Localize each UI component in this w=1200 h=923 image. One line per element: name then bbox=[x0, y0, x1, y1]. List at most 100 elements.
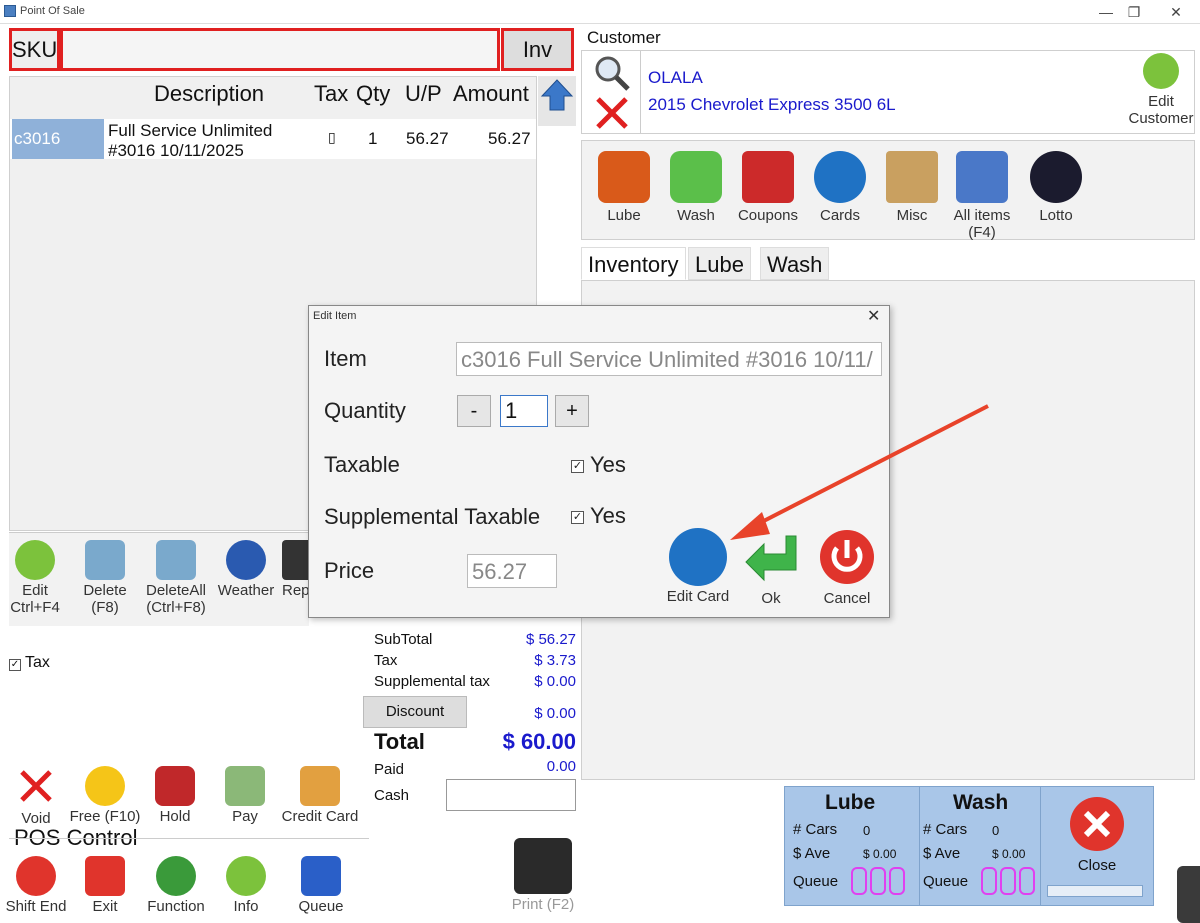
delete-button[interactable]: Delete (F8) bbox=[75, 540, 135, 616]
sku-label: SKU bbox=[9, 28, 60, 71]
remove-customer-icon[interactable] bbox=[594, 95, 630, 131]
supplemental-taxable-checkbox[interactable]: ✓ Yes bbox=[571, 503, 626, 529]
tax-checkbox[interactable]: ✓ Tax bbox=[9, 654, 50, 672]
row-desc-line2: #3016 10/11/2025 bbox=[108, 141, 244, 160]
oil-can-icon bbox=[598, 151, 650, 203]
exit-icon bbox=[85, 856, 125, 896]
free-badge-icon bbox=[85, 766, 125, 806]
arrow-up-icon bbox=[540, 79, 574, 111]
queue-scrollbar[interactable] bbox=[1047, 885, 1143, 897]
lube-cars-value: 0 bbox=[863, 823, 871, 838]
category-all-items[interactable]: All items (F4) bbox=[950, 151, 1014, 241]
cash-input[interactable] bbox=[446, 779, 576, 811]
shift-end-button[interactable]: Shift End bbox=[4, 856, 68, 915]
coupons-icon bbox=[742, 151, 794, 203]
wash-cars-value: 0 bbox=[992, 823, 1000, 838]
tab-lube[interactable]: Lube bbox=[688, 247, 751, 280]
category-coupons[interactable]: Coupons bbox=[736, 151, 800, 224]
row-desc-line1: Full Service Unlimited bbox=[108, 121, 273, 140]
tab-inventory[interactable]: Inventory bbox=[581, 247, 686, 280]
customer-name: OLALA bbox=[648, 68, 703, 87]
category-wash[interactable]: Wash bbox=[664, 151, 728, 224]
cash-label: Cash bbox=[374, 787, 410, 804]
table-row[interactable]: c3016 Full Service Unlimited #3016 10/11… bbox=[10, 119, 536, 160]
close-window-button[interactable]: ✕ bbox=[1162, 2, 1190, 22]
taxable-label: Taxable bbox=[324, 452, 400, 477]
col-header-up: U/P bbox=[405, 81, 442, 106]
row-qty: 1 bbox=[368, 129, 378, 148]
box-icon bbox=[886, 151, 938, 203]
customer-heading: Customer bbox=[587, 28, 661, 47]
search-customer-icon[interactable] bbox=[592, 53, 632, 93]
tax-value: $ 3.73 bbox=[534, 652, 576, 669]
close-queue-button[interactable]: Close bbox=[1047, 795, 1147, 874]
info-button[interactable]: Info bbox=[224, 856, 268, 915]
cash-icon bbox=[225, 766, 265, 806]
col-header-description: Description bbox=[154, 81, 265, 106]
credit-card-icon bbox=[300, 766, 340, 806]
row-up: 56.27 bbox=[406, 129, 449, 148]
close-icon bbox=[1070, 797, 1124, 851]
quantity-minus-button[interactable]: - bbox=[457, 395, 491, 427]
car-wash-icon bbox=[670, 151, 722, 203]
subtotal-value: $ 56.27 bbox=[525, 631, 576, 648]
category-lube[interactable]: Lube bbox=[592, 151, 656, 224]
queue-people-icon bbox=[301, 856, 341, 896]
scroll-up-button[interactable] bbox=[538, 76, 576, 126]
wash-queue-digits bbox=[981, 867, 1038, 900]
lube-queue-digits bbox=[851, 867, 908, 900]
tab-wash[interactable]: Wash bbox=[760, 247, 830, 280]
card-icon bbox=[669, 528, 727, 586]
paid-value: 0.00 bbox=[546, 758, 576, 775]
void-button[interactable]: Void bbox=[10, 766, 62, 827]
check-icon: ✓ bbox=[9, 659, 21, 671]
pay-button[interactable]: Pay bbox=[220, 766, 270, 825]
gear-icon bbox=[156, 856, 196, 896]
category-cards[interactable]: Cards bbox=[808, 151, 872, 224]
free-button[interactable]: Free (F10) bbox=[68, 766, 142, 825]
lube-ave-label: $ Ave bbox=[793, 845, 831, 862]
lotto-icon bbox=[1030, 151, 1082, 203]
hold-button[interactable]: Hold bbox=[150, 766, 200, 825]
print-button[interactable]: Print (F2) bbox=[508, 838, 578, 913]
category-lotto[interactable]: Lotto bbox=[1024, 151, 1088, 224]
lube-queue-title: Lube bbox=[825, 791, 876, 814]
minimize-button[interactable]: — bbox=[1092, 2, 1120, 22]
price-field: 56.27 bbox=[467, 554, 557, 588]
sku-input[interactable] bbox=[60, 28, 500, 71]
customer-vehicle: 2015 Chevrolet Express 3500 6L bbox=[648, 95, 896, 114]
quantity-label: Quantity bbox=[324, 398, 406, 423]
side-panel-handle[interactable] bbox=[1177, 866, 1200, 923]
exit-button[interactable]: Exit bbox=[82, 856, 128, 915]
edit-customer-button[interactable]: Edit Customer bbox=[1128, 53, 1194, 127]
supplemental-taxable-label: Supplemental Taxable bbox=[324, 504, 541, 529]
paid-label: Paid bbox=[374, 761, 405, 778]
delete-all-button[interactable]: DeleteAll (Ctrl+F8) bbox=[140, 540, 212, 616]
category-misc[interactable]: Misc bbox=[880, 151, 944, 224]
quantity-plus-button[interactable]: + bbox=[555, 395, 589, 427]
col-header-amount: Amount bbox=[453, 81, 529, 106]
discount-button[interactable]: Discount bbox=[363, 696, 467, 728]
edit-icon bbox=[15, 540, 55, 580]
report-button[interactable]: Rep bbox=[282, 540, 308, 599]
hand-icon bbox=[155, 766, 195, 806]
weather-icon bbox=[226, 540, 266, 580]
weather-button[interactable]: Weather bbox=[215, 540, 277, 599]
wash-queue-label: Queue bbox=[923, 873, 969, 890]
row-amount: 56.27 bbox=[488, 129, 531, 148]
card-icon bbox=[814, 151, 866, 203]
total-value: $ 60.00 bbox=[502, 729, 576, 754]
row-sku: c3016 bbox=[12, 119, 104, 159]
function-button[interactable]: Function bbox=[144, 856, 208, 915]
item-field: c3016 Full Service Unlimited #3016 10/11… bbox=[456, 342, 882, 376]
inv-button[interactable]: Inv bbox=[501, 28, 574, 71]
edit-item-button[interactable]: Edit Ctrl+F4 bbox=[5, 540, 65, 616]
trash-icon bbox=[156, 540, 196, 580]
queue-button[interactable]: Queue bbox=[294, 856, 348, 915]
taxable-checkbox[interactable]: ✓ Yes bbox=[571, 452, 626, 478]
credit-card-button[interactable]: Credit Card bbox=[280, 766, 360, 825]
maximize-button[interactable]: ❐ bbox=[1120, 2, 1148, 22]
printer-icon bbox=[514, 838, 572, 894]
dialog-close-button[interactable]: ✕ bbox=[867, 306, 880, 326]
quantity-input[interactable]: 1 bbox=[500, 395, 548, 427]
